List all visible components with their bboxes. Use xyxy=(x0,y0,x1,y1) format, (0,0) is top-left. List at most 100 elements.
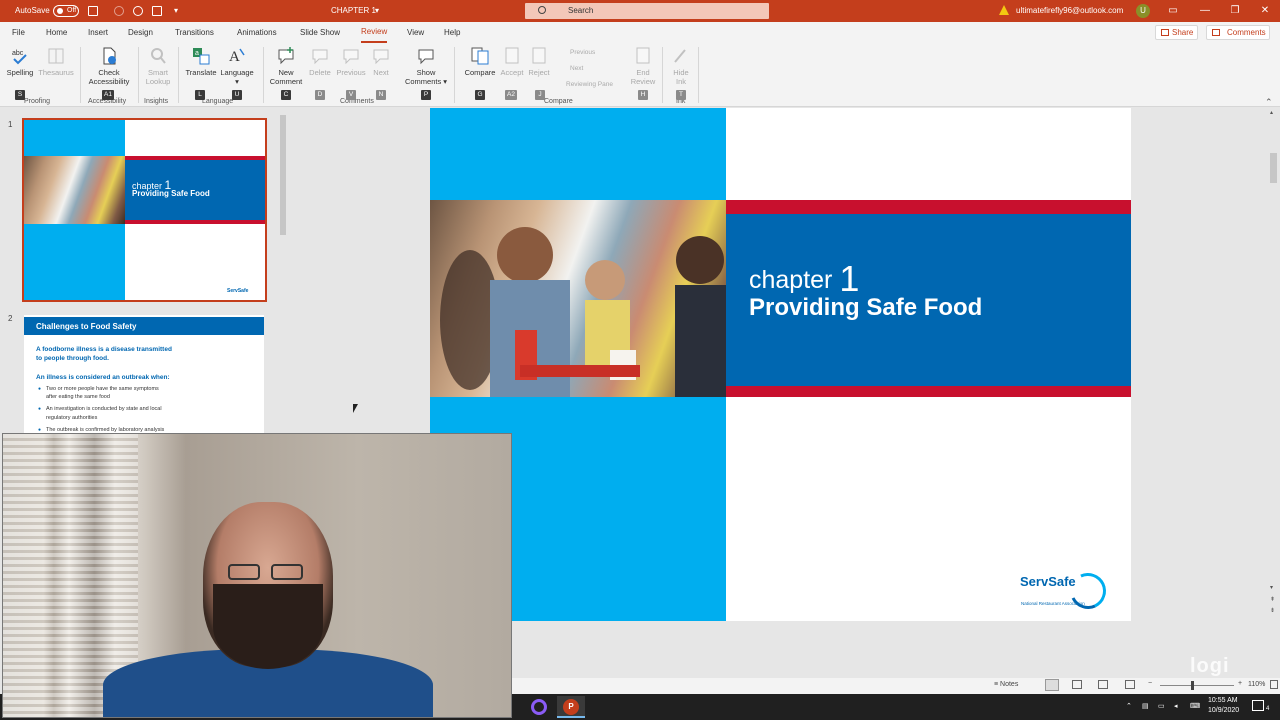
group-proofing: Proofing xyxy=(24,98,51,105)
scroll-up-icon[interactable]: ▴ xyxy=(1270,109,1273,116)
tab-slide-show[interactable]: Slide Show xyxy=(300,22,340,43)
tab-insert[interactable]: Insert xyxy=(88,22,108,43)
restore-icon[interactable]: ❐ xyxy=(1220,0,1250,22)
minimize-icon[interactable]: — xyxy=(1190,0,1220,22)
svg-text:A: A xyxy=(229,49,240,65)
tab-home[interactable]: Home xyxy=(46,22,67,43)
redo-icon[interactable] xyxy=(133,6,143,16)
accept-button[interactable]: Accept xyxy=(498,46,526,77)
ribbon-display-icon[interactable]: ▭ xyxy=(1158,0,1188,22)
ribbon-separator xyxy=(138,47,139,103)
document-title[interactable]: CHAPTER 1 xyxy=(331,0,376,22)
customize-qat-icon[interactable]: ▾ xyxy=(174,0,178,22)
ribbon-separator xyxy=(80,47,81,103)
keyboard-icon[interactable]: ⌨ xyxy=(1190,702,1200,710)
translate-button[interactable]: a Translate xyxy=(184,46,218,77)
language-button[interactable]: A Language ▾ xyxy=(218,46,256,86)
thesaurus-button[interactable]: Thesaurus xyxy=(38,46,74,77)
warning-icon[interactable] xyxy=(999,5,1009,15)
close-icon[interactable]: ✕ xyxy=(1250,0,1280,22)
slide-number-1: 1 xyxy=(8,120,13,129)
slide-scrollbar[interactable] xyxy=(1268,108,1280,598)
volume-icon[interactable]: ◂ xyxy=(1174,702,1178,710)
thumbnail-scrollbar[interactable] xyxy=(279,110,287,240)
battery-icon[interactable]: ▭ xyxy=(1158,702,1165,710)
keytip-accept: A2 xyxy=(505,90,517,100)
tab-design[interactable]: Design xyxy=(128,22,153,43)
slide-thumbnail-1[interactable]: chapter 1 Providing Safe Food ServSafe xyxy=(22,118,267,302)
show-comments-icon xyxy=(418,49,434,65)
cortana-icon[interactable] xyxy=(531,699,547,715)
normal-view-icon[interactable] xyxy=(1045,679,1059,691)
check-accessibility-button[interactable]: Check Accessibility xyxy=(86,46,132,86)
tab-review[interactable]: Review xyxy=(361,22,388,43)
reviewing-pane-button[interactable]: Reviewing Pane xyxy=(566,81,613,88)
zoom-slider[interactable] xyxy=(1160,685,1234,686)
clock-date[interactable]: 10/9/2020 xyxy=(1208,707,1239,714)
reading-view-icon[interactable] xyxy=(1098,680,1108,689)
present-icon[interactable] xyxy=(152,6,162,16)
slide-photo[interactable] xyxy=(430,200,726,397)
tab-animations[interactable]: Animations xyxy=(237,22,277,43)
undo-icon[interactable] xyxy=(114,6,124,16)
zoom-in-icon[interactable]: + xyxy=(1238,680,1242,687)
collapse-ribbon-icon[interactable]: ⌃ xyxy=(1265,97,1273,108)
spelling-button[interactable]: abc Spelling xyxy=(6,46,34,77)
slide-scroll-thumb[interactable] xyxy=(1270,153,1277,183)
save-icon[interactable] xyxy=(88,6,98,16)
autosave-label: AutoSave xyxy=(15,6,50,15)
autosave-toggle[interactable]: Off xyxy=(53,5,79,17)
slide-sorter-icon[interactable] xyxy=(1072,680,1082,689)
thumb2-b1a: Two or more people have the same symptom… xyxy=(46,386,159,392)
zoom-out-icon[interactable]: − xyxy=(1148,680,1152,687)
previous-comment-button[interactable]: Previous xyxy=(336,46,366,77)
keytip-compare: G xyxy=(475,90,485,100)
slide-canvas[interactable]: chapter 1 Providing Safe Food ServSafe N… xyxy=(430,108,1131,621)
thumbnail-scroll-thumb[interactable] xyxy=(280,115,286,235)
comments-button[interactable]: Comments xyxy=(1206,25,1270,40)
tab-file[interactable]: File xyxy=(12,22,25,43)
show-comments-button[interactable]: Show Comments ▾ xyxy=(404,46,448,86)
clock-time[interactable]: 10:55 AM xyxy=(1208,697,1238,704)
scroll-down-icon[interactable]: ▾ xyxy=(1270,584,1273,591)
title-chevron-down-icon[interactable]: ▾ xyxy=(375,0,379,22)
keytip-spelling: S xyxy=(15,90,25,100)
compare-button[interactable]: Compare xyxy=(460,46,500,77)
family-photo-art xyxy=(440,227,726,397)
new-comment-button[interactable]: New Comment xyxy=(268,46,304,86)
search-box[interactable]: Search xyxy=(525,3,769,19)
share-button[interactable]: Share xyxy=(1155,25,1198,40)
notifications-icon[interactable] xyxy=(1252,700,1264,711)
slide-thumbnail-2[interactable]: Challenges to Food Safety A foodborne il… xyxy=(24,315,264,435)
hide-ink-button[interactable]: Hide Ink xyxy=(668,46,694,86)
next-slide-icon[interactable]: ⇟ xyxy=(1270,607,1275,614)
tab-view[interactable]: View xyxy=(407,22,424,43)
title-bar: AutoSave Off ▾ CHAPTER 1 ▾ Search ultima… xyxy=(0,0,1280,22)
zoom-slider-thumb[interactable] xyxy=(1191,681,1194,690)
mini-next-button[interactable]: Next xyxy=(570,65,583,72)
keytip-reject: J xyxy=(535,90,545,100)
slide-chapter-heading[interactable]: chapter 1 xyxy=(749,255,859,299)
fit-to-window-icon[interactable] xyxy=(1270,680,1278,689)
delete-comment-button[interactable]: Delete xyxy=(306,46,334,77)
notes-button[interactable]: ≡ Notes xyxy=(994,681,1018,688)
share-label: Share xyxy=(1172,28,1194,37)
group-language: Language xyxy=(202,98,234,105)
next-comment-button[interactable]: Next xyxy=(368,46,394,77)
tab-help[interactable]: Help xyxy=(444,22,460,43)
slide-subtitle[interactable]: Providing Safe Food xyxy=(749,294,982,322)
avatar[interactable]: U xyxy=(1136,4,1150,18)
tab-transitions[interactable]: Transitions xyxy=(175,22,214,43)
thumb2-def1: A foodborne illness is a disease transmi… xyxy=(36,346,172,353)
zoom-level[interactable]: 110% xyxy=(1248,681,1265,688)
slideshow-view-icon[interactable] xyxy=(1125,680,1135,689)
mini-previous-button[interactable]: Previous xyxy=(570,49,595,56)
end-review-button[interactable]: End Review xyxy=(628,46,658,86)
reject-button[interactable]: Reject xyxy=(526,46,552,77)
previous-slide-icon[interactable]: ⇞ xyxy=(1270,596,1275,603)
network-icon[interactable]: ▤ xyxy=(1142,702,1149,710)
smart-lookup-button[interactable]: Smart Lookup xyxy=(144,46,172,86)
tray-chevron-up-icon[interactable]: ⌃ xyxy=(1126,702,1132,710)
account-name[interactable]: ultimatefirefly96@outlook.com xyxy=(1016,0,1123,22)
thesaurus-label: Thesaurus xyxy=(38,68,74,77)
